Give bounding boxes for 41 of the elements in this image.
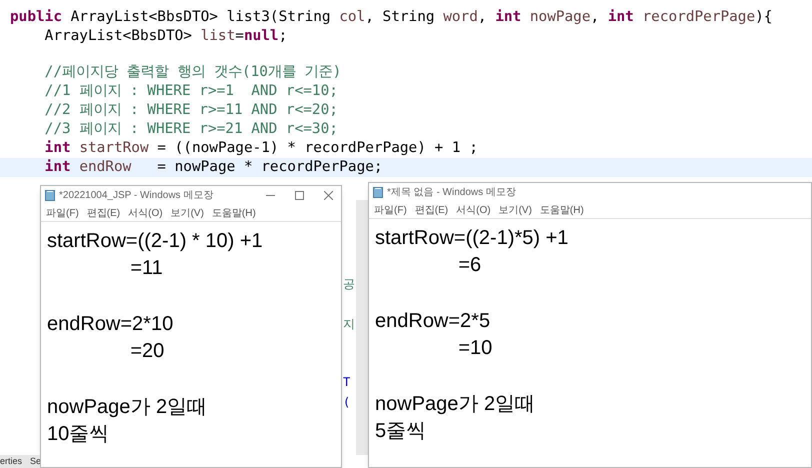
window-title: *제목 없음 - Windows 메모장 <box>387 186 517 200</box>
code-fragment: T <box>343 374 350 391</box>
menu-item[interactable]: 보기(V) <box>170 206 204 220</box>
text-line: endRow=2*10 <box>47 312 174 337</box>
text-line: endRow=2*5 <box>375 309 492 334</box>
code-fragment: ( <box>343 394 350 411</box>
menu-item[interactable]: 파일(F) <box>46 206 79 220</box>
text-line: startRow=((2-1)*5) +1 <box>375 226 570 251</box>
code-line: public ArrayList<BbsDTO> list3(String col, String word, int nowPage, int recordPerPage){ <box>10 9 772 25</box>
close-icon[interactable] <box>324 191 333 200</box>
menu-item[interactable]: 편집(E) <box>414 202 448 218</box>
code-line: //3 페이지 : WHERE r>=21 AND r<=30; <box>44 121 338 137</box>
menu-item[interactable]: 서식(O) <box>456 202 491 218</box>
text-line: startRow=((2-1) * 10) +1 <box>47 229 264 254</box>
code-line: //페이지당 출력할 행의 갯수(10개를 기준) <box>44 64 342 80</box>
window-title: *20221004_JSP - Windows 메모장 <box>59 189 214 203</box>
maximize-icon[interactable] <box>295 191 304 200</box>
panel-tab[interactable]: erties <box>0 455 22 468</box>
menu-item[interactable]: 도움말(H) <box>540 202 584 218</box>
code-line: int startRow = ((nowPage-1) * recordPerPage) + 1 ; <box>44 140 478 156</box>
text-line: =11 <box>129 256 164 281</box>
menu-item[interactable]: 보기(V) <box>498 202 532 218</box>
text-line: 5줄씩 <box>375 419 428 444</box>
text-line: nowPage가 2일때 <box>375 392 536 417</box>
code-line: ArrayList<BbsDTO> list=null; <box>44 28 288 44</box>
notepad-icon <box>373 187 383 198</box>
text-line: =6 <box>457 253 482 278</box>
text-line: =10 <box>457 336 494 361</box>
notepad-icon <box>45 190 55 201</box>
text-line: nowPage가 2일때 <box>47 395 208 420</box>
menu-item[interactable]: 파일(F) <box>374 202 407 218</box>
code-line: //1 페이지 : WHERE r>=1 AND r<=10; <box>44 83 338 99</box>
text-line: =20 <box>129 339 166 364</box>
menu-item[interactable]: 편집(E) <box>86 206 120 220</box>
code-fragment: 지 <box>343 316 355 333</box>
code-line: int endRow = nowPage * recordPerPage; <box>44 159 383 175</box>
code-fragment: 공 <box>343 276 355 293</box>
menu-item[interactable]: 서식(O) <box>128 206 163 220</box>
menu-item[interactable]: 도움말(H) <box>212 206 256 220</box>
text-line: 10줄씩 <box>47 422 110 447</box>
code-line: //2 페이지 : WHERE r>=11 AND r<=20; <box>44 102 338 118</box>
